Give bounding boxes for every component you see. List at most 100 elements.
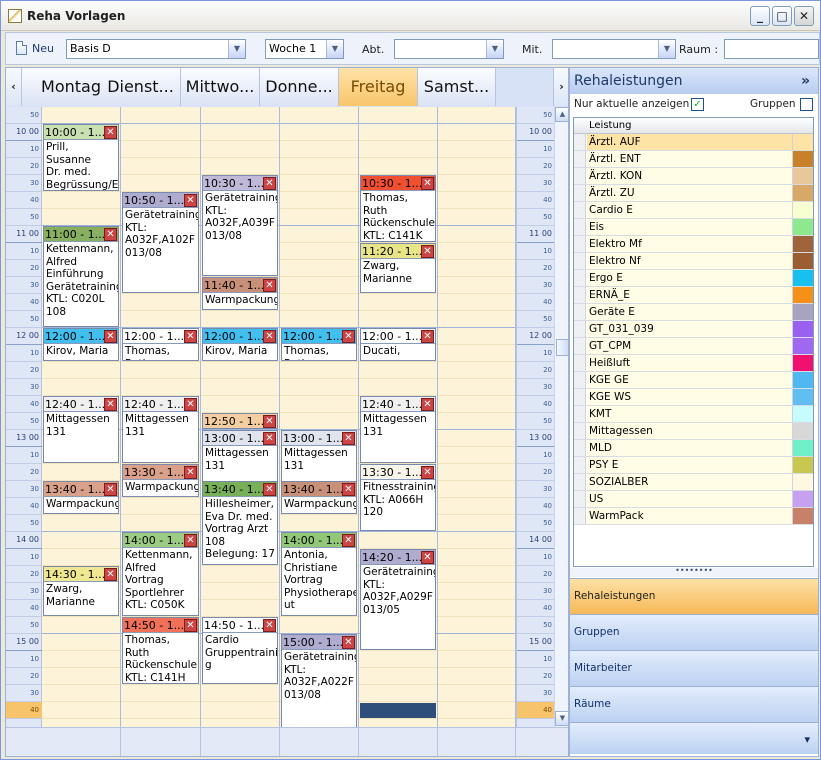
day-header-4[interactable]: Freitag bbox=[339, 68, 418, 106]
delete-appointment-icon[interactable]: ✕ bbox=[342, 330, 355, 343]
nav-overflow-button[interactable]: ▾ bbox=[570, 722, 818, 754]
row-selector[interactable] bbox=[574, 389, 586, 405]
scroll-thumb[interactable] bbox=[556, 339, 568, 356]
scroll-up-button[interactable]: ▲ bbox=[555, 107, 568, 122]
row-selector[interactable] bbox=[574, 440, 586, 456]
all-day-cell[interactable] bbox=[359, 728, 438, 756]
appointment[interactable]: 12:00 - 1... ✕ Kirov, Maria bbox=[202, 328, 278, 361]
chevron-down-icon[interactable]: ▼ bbox=[658, 40, 675, 58]
list-item[interactable]: Elektro Mf bbox=[574, 236, 813, 253]
all-day-cell[interactable] bbox=[121, 728, 201, 756]
calendar-grid[interactable]: 10:00 - 1... ✕ Prill, Susanne Dr. med. Beg… bbox=[42, 107, 516, 735]
row-selector[interactable] bbox=[574, 423, 586, 439]
new-button[interactable]: Neu bbox=[16, 39, 54, 57]
list-item[interactable]: ERNÄ_E bbox=[574, 287, 813, 304]
row-selector[interactable] bbox=[574, 304, 586, 320]
list-item[interactable]: Ärztl. AUF bbox=[574, 134, 813, 151]
day-header-3[interactable]: Donne... bbox=[260, 68, 339, 106]
row-selector[interactable] bbox=[574, 185, 586, 201]
week-select[interactable]: Woche 1 ▼ bbox=[265, 39, 344, 59]
appointment[interactable]: 14:00 - 1... ✕ Antonia, Christiane Vortrag… bbox=[281, 532, 357, 616]
delete-appointment-icon[interactable]: ✕ bbox=[104, 126, 117, 139]
delete-appointment-icon[interactable]: ✕ bbox=[104, 483, 117, 496]
row-selector[interactable] bbox=[574, 202, 586, 218]
delete-appointment-icon[interactable]: ✕ bbox=[184, 194, 197, 207]
nav-button-2[interactable]: Mitarbeiter bbox=[570, 650, 818, 686]
mit-select[interactable]: ▼ bbox=[552, 39, 676, 59]
appointment[interactable]: 11:00 - 1... ✕ Kettenmann, Alfred Einführu… bbox=[43, 226, 119, 327]
close-button[interactable]: ✕ bbox=[794, 6, 814, 26]
appointment[interactable]: 12:40 - 1... ✕ Mittagessen 131 bbox=[360, 396, 436, 463]
template-select[interactable]: Basis D ▼ bbox=[66, 39, 246, 59]
list-item[interactable]: Cardio E bbox=[574, 202, 813, 219]
delete-appointment-icon[interactable]: ✕ bbox=[421, 398, 434, 411]
row-selector[interactable] bbox=[574, 338, 586, 354]
delete-appointment-icon[interactable]: ✕ bbox=[184, 534, 197, 547]
raum-input[interactable] bbox=[724, 39, 819, 59]
delete-appointment-icon[interactable]: ✕ bbox=[421, 551, 434, 564]
all-day-cell[interactable] bbox=[280, 728, 359, 756]
delete-appointment-icon[interactable]: ✕ bbox=[104, 330, 117, 343]
chevron-down-icon[interactable]: ▼ bbox=[486, 40, 503, 58]
row-selector[interactable] bbox=[574, 219, 586, 235]
appointment[interactable]: 13:40 - 1... ✕ Warmpackung bbox=[43, 481, 119, 514]
delete-appointment-icon[interactable]: ✕ bbox=[342, 636, 355, 649]
delete-appointment-icon[interactable]: ✕ bbox=[263, 279, 276, 292]
row-selector[interactable] bbox=[574, 236, 586, 252]
selected-slot[interactable] bbox=[360, 703, 436, 718]
appointment[interactable]: 14:00 - 1... ✕ Kettenmann, Alfred Vortrag … bbox=[122, 532, 199, 616]
delete-appointment-icon[interactable]: ✕ bbox=[421, 466, 434, 479]
row-selector[interactable] bbox=[574, 355, 586, 371]
delete-appointment-icon[interactable]: ✕ bbox=[184, 330, 197, 343]
prev-day-button[interactable]: ‹ bbox=[6, 68, 22, 106]
splitter-handle[interactable]: •••••••• bbox=[570, 567, 818, 577]
all-day-cell[interactable] bbox=[438, 728, 516, 756]
appointment[interactable]: 12:40 - 1... ✕ Mittagessen 131 bbox=[43, 396, 119, 463]
vertical-scrollbar[interactable]: ▲ ▼ bbox=[554, 107, 568, 727]
appointment[interactable]: 13:40 - 1... ✕ Hillesheimer, Eva Dr. med. … bbox=[202, 481, 278, 565]
row-selector[interactable] bbox=[574, 508, 586, 524]
delete-appointment-icon[interactable]: ✕ bbox=[104, 568, 117, 581]
list-item[interactable]: GT_CPM bbox=[574, 338, 813, 355]
appointment[interactable]: 14:50 - 1... ✕ Thomas, Ruth Rückenschule K… bbox=[122, 617, 199, 684]
appointment[interactable]: 11:20 - 1... ✕ Zwarg, Marianne bbox=[360, 243, 436, 293]
appointment[interactable]: 12:00 - 1... ✕ Ducati, bbox=[360, 328, 436, 361]
row-selector[interactable] bbox=[574, 406, 586, 422]
appointment[interactable]: 13:30 - 1... ✕ Warmpackung bbox=[122, 464, 199, 497]
appointment[interactable]: 12:40 - 1... ✕ Mittagessen 131 bbox=[122, 396, 199, 463]
row-selector[interactable] bbox=[574, 457, 586, 473]
only-current-checkbox[interactable]: ✓ bbox=[691, 98, 704, 111]
row-selector[interactable] bbox=[574, 253, 586, 269]
row-selector[interactable] bbox=[574, 134, 586, 150]
delete-appointment-icon[interactable]: ✕ bbox=[263, 330, 276, 343]
list-item[interactable]: Geräte E bbox=[574, 304, 813, 321]
list-item[interactable]: Elektro Nf bbox=[574, 253, 813, 270]
delete-appointment-icon[interactable]: ✕ bbox=[342, 432, 355, 445]
delete-appointment-icon[interactable]: ✕ bbox=[263, 483, 276, 496]
list-item[interactable]: Ergo E bbox=[574, 270, 813, 287]
list-item[interactable]: Ärztl. ENT bbox=[574, 151, 813, 168]
appointment[interactable]: 12:00 - 1...✕Thomas, Ruth bbox=[281, 328, 357, 361]
scroll-down-button[interactable]: ▼ bbox=[555, 711, 568, 726]
row-selector[interactable] bbox=[574, 270, 586, 286]
chevron-down-icon[interactable]: ▼ bbox=[228, 40, 245, 58]
list-item[interactable]: KGE GE bbox=[574, 372, 813, 389]
day-header-5[interactable]: Samst... bbox=[418, 68, 496, 106]
list-item[interactable]: WarmPack bbox=[574, 508, 813, 525]
appointment[interactable]: 12:00 - 1...✕Thomas, Ruth bbox=[122, 328, 199, 361]
list-item[interactable]: GT_031_039 bbox=[574, 321, 813, 338]
list-item[interactable]: Ärztl. KON bbox=[574, 168, 813, 185]
abt-select[interactable]: ▼ bbox=[394, 39, 504, 59]
appointment[interactable]: 10:30 - 1... ✕ Gerätetraining KTL: A032F,A… bbox=[202, 175, 278, 276]
appointment[interactable]: 10:50 - 1... ✕ Gerätetraining KTL: A032F,A… bbox=[122, 192, 199, 293]
list-item[interactable]: KMT bbox=[574, 406, 813, 423]
appointment[interactable]: 10:00 - 1... ✕ Prill, Susanne Dr. med. Beg… bbox=[43, 124, 119, 191]
nav-button-0[interactable]: Rehaleistungen bbox=[570, 578, 818, 614]
appointment[interactable]: 11:40 - 1... ✕ Warmpackung bbox=[202, 277, 278, 310]
appointment[interactable]: 12:50 - 1... ✕ bbox=[202, 413, 278, 429]
all-day-cell[interactable] bbox=[201, 728, 280, 756]
delete-appointment-icon[interactable]: ✕ bbox=[184, 466, 197, 479]
day-header-1[interactable]: Dienst... bbox=[101, 68, 181, 106]
delete-appointment-icon[interactable]: ✕ bbox=[184, 398, 197, 411]
delete-appointment-icon[interactable]: ✕ bbox=[104, 398, 117, 411]
